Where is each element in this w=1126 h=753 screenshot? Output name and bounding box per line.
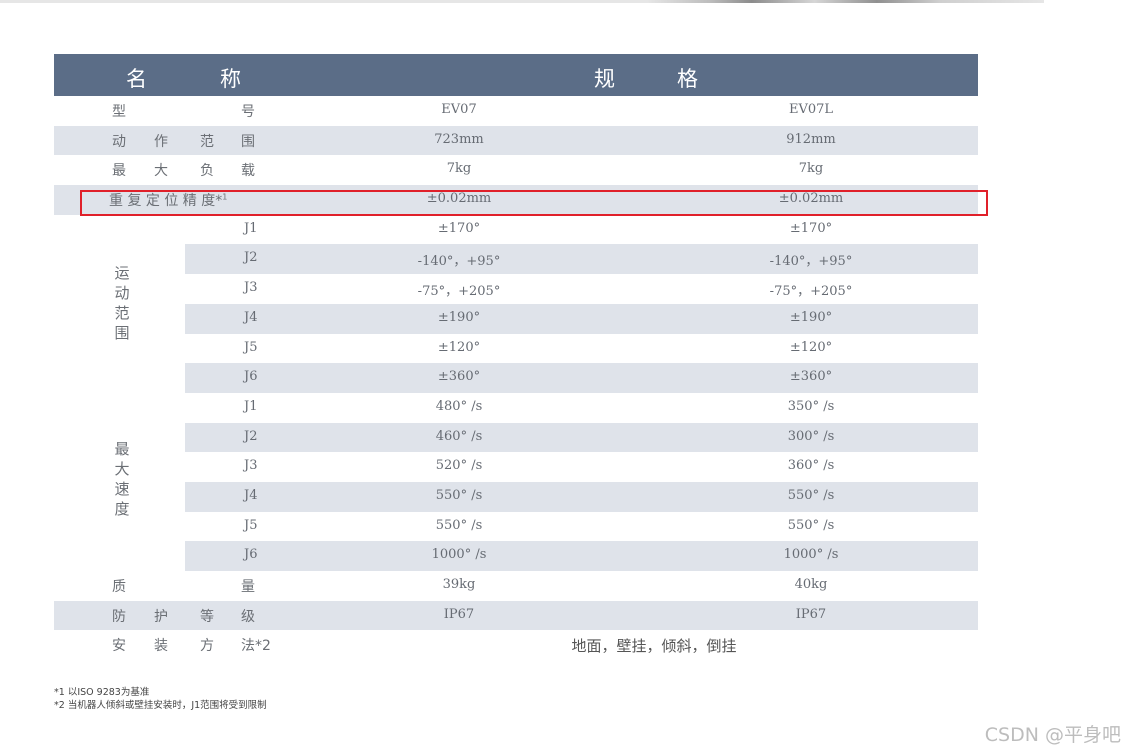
spec-table: 名 称 规 格 型 号 EV07 EV07L 动 作 范 围 723mm 912… <box>54 54 978 660</box>
row-model: 型 号 EV07 EV07L <box>54 96 978 126</box>
value-ev07: ±170° <box>437 220 481 236</box>
label-char: 量 <box>241 579 255 595</box>
value-ev07l: ±360° <box>789 369 833 385</box>
value-ev07l: 300° /s <box>787 428 835 444</box>
max-speed-group: 最大速度 J1 480° /s 350° /s J2 460° /s 300° … <box>54 393 978 571</box>
motion-row-j4: J4 ±190° ±190° <box>54 303 978 334</box>
speed-row-j4: J4 550° /s 550° /s <box>54 481 978 512</box>
value-ev07: IP67 <box>443 606 475 622</box>
label-char: 等 <box>200 608 214 625</box>
value-ev07: -75°，+205° <box>417 284 501 300</box>
label-char: 型 <box>112 104 126 120</box>
row-working-range: 动 作 范 围 723mm 912mm <box>54 125 978 156</box>
label-char: 载 <box>241 163 255 180</box>
header-spec-char-2: 格 <box>677 67 698 91</box>
label-char: 作 <box>154 133 168 150</box>
value-ev07: ±120° <box>437 339 481 355</box>
value-ev07: -140°，+95° <box>417 254 501 270</box>
motion-range-group: 运动范围 J1 ±170° ±170° J2 -140°，+95° -140°，… <box>54 215 978 393</box>
joint-label: J1 <box>244 398 258 414</box>
label-char: 护 <box>154 608 168 625</box>
value-ev07: 723mm <box>434 131 484 147</box>
row-installation: 安 装 方 法*2 地面，壁挂，倾斜，倒挂 <box>54 630 978 660</box>
label-char: 最 <box>112 163 126 180</box>
label-char: 级 <box>241 608 255 625</box>
header-name-char-1: 名 <box>126 67 147 91</box>
motion-row-j2: J2 -140°，+95° -140°，+95° <box>54 244 978 275</box>
header-spec-char-1: 规 <box>594 67 615 91</box>
highlight-box <box>80 190 988 216</box>
footnotes: *1 以ISO 9283为基准 *2 当机器人倾斜或壁挂安装时，J1范围将受到限… <box>54 686 267 712</box>
joint-label: J2 <box>244 250 258 266</box>
motion-row-j6: J6 ±360° ±360° <box>54 363 978 393</box>
label-char: 法*2 <box>241 638 271 655</box>
value-ev07: 480° /s <box>435 398 483 414</box>
value-ev07l: 7kg <box>798 161 824 177</box>
label-char: 围 <box>241 133 255 150</box>
value-ev07: 39kg <box>442 577 476 592</box>
header-name-char-2: 称 <box>220 67 241 91</box>
joint-label: J3 <box>244 280 258 296</box>
watermark: CSDN @平身吧 <box>984 724 1121 746</box>
value-ev07: 550° /s <box>435 517 483 533</box>
label-char: 装 <box>154 638 168 655</box>
joint-label: J4 <box>244 309 258 325</box>
joint-label: J6 <box>244 369 258 385</box>
label-char: 质 <box>112 579 126 595</box>
joint-label: J6 <box>244 547 258 563</box>
value-ev07l: 40kg <box>794 577 828 592</box>
joint-label: J5 <box>244 339 258 355</box>
motion-row-j5: J5 ±120° ±120° <box>54 334 978 364</box>
joint-label: J4 <box>244 487 258 503</box>
joint-label: J5 <box>244 517 258 533</box>
value-ev07l: 550° /s <box>787 487 835 503</box>
value-ev07: ±360° <box>437 369 481 385</box>
value-ev07l: 350° /s <box>787 398 835 414</box>
value-ev07: 1000° /s <box>431 547 487 563</box>
footnote-1: *1 以ISO 9283为基准 <box>54 687 150 698</box>
value-ev07: 520° /s <box>435 458 483 474</box>
table-header: 名 称 规 格 <box>54 54 978 96</box>
label-char: 范 <box>200 133 214 150</box>
joint-label: J3 <box>244 458 258 474</box>
value-ev07l: ±170° <box>789 220 833 236</box>
label-char: 大 <box>154 163 168 180</box>
installation-value: 地面，壁挂，倾斜，倒挂 <box>571 637 737 656</box>
top-divider-bar <box>0 0 1044 3</box>
value-ev07: ±190° <box>437 309 481 325</box>
speed-row-j6: J6 1000° /s 1000° /s <box>54 541 978 571</box>
speed-row-j2: J2 460° /s 300° /s <box>54 422 978 453</box>
speed-row-j3: J3 520° /s 360° /s <box>54 452 978 482</box>
value-ev07: 550° /s <box>435 487 483 503</box>
value-ev07l: -140°，+95° <box>769 254 853 270</box>
motion-row-j1: J1 ±170° ±170° <box>54 215 978 245</box>
label-char: 方 <box>200 638 214 655</box>
value-ev07l: 1000° /s <box>783 547 839 563</box>
value-ev07l: 550° /s <box>787 517 835 533</box>
value-ev07: EV07 <box>441 102 477 117</box>
value-ev07: 460° /s <box>435 428 483 444</box>
label-char: 负 <box>200 163 214 180</box>
value-ev07l: ±190° <box>789 309 833 325</box>
motion-row-j3: J3 -75°，+205° -75°，+205° <box>54 274 978 304</box>
speed-row-j5: J5 550° /s 550° /s <box>54 512 978 542</box>
label-char: 安 <box>112 638 126 655</box>
joint-label: J1 <box>244 220 258 236</box>
joint-label: J2 <box>244 428 258 444</box>
value-ev07l: -75°，+205° <box>769 284 853 300</box>
row-max-payload: 最 大 负 载 7kg 7kg <box>54 155 978 185</box>
row-mass: 质 量 39kg 40kg <box>54 571 978 601</box>
label-char: 号 <box>241 104 255 120</box>
value-ev07: 7kg <box>446 161 472 177</box>
value-ev07l: 912mm <box>786 131 836 147</box>
row-protection-rating: 防 护 等 级 IP67 IP67 <box>54 600 978 631</box>
value-ev07l: IP67 <box>795 606 827 622</box>
value-ev07l: 360° /s <box>787 458 835 474</box>
label-char: 防 <box>112 608 126 625</box>
value-ev07l: EV07L <box>788 102 834 117</box>
value-ev07l: ±120° <box>789 339 833 355</box>
label-char: 动 <box>112 133 126 150</box>
speed-row-j1: J1 480° /s 350° /s <box>54 393 978 423</box>
footnote-2: *2 当机器人倾斜或壁挂安装时，J1范围将受到限制 <box>54 700 267 711</box>
